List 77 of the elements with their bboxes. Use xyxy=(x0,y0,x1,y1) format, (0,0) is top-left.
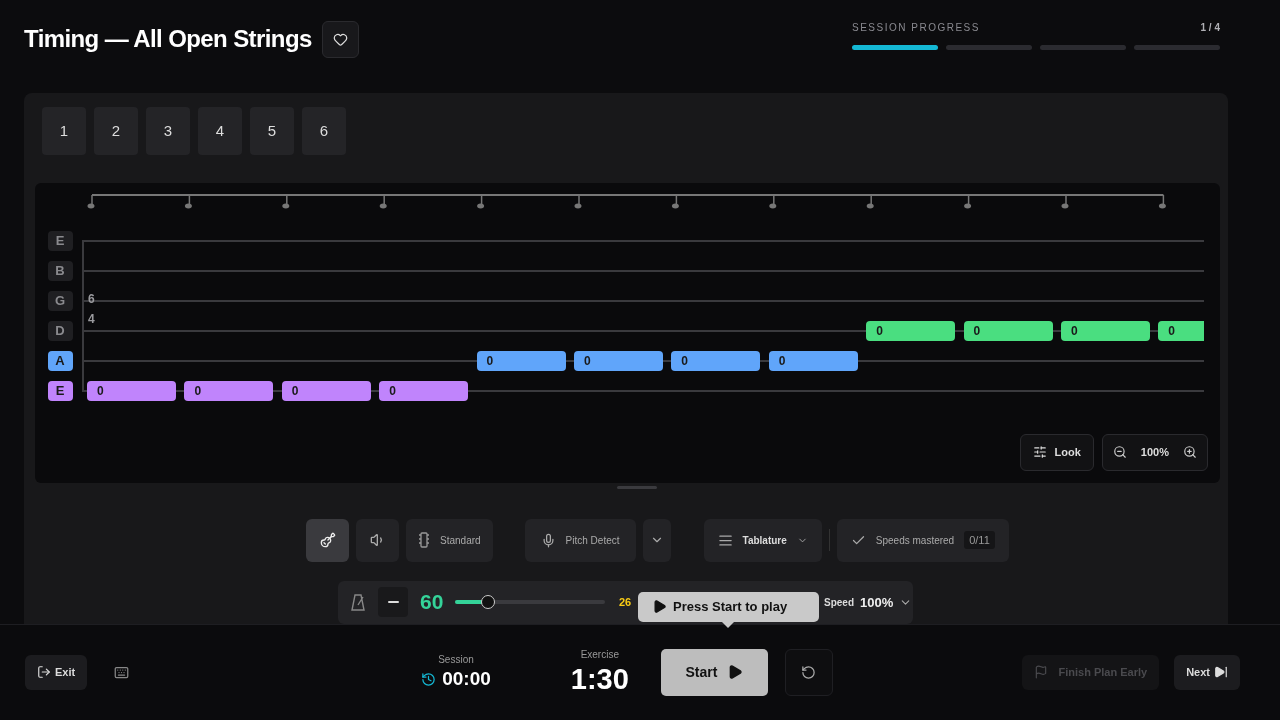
tab-note: 0 xyxy=(87,380,176,401)
string-label: E xyxy=(47,380,73,401)
history-icon xyxy=(421,671,437,687)
string-number-button[interactable]: 4 xyxy=(198,106,242,155)
string-label: A xyxy=(47,350,73,371)
exercise-label: Exercise xyxy=(580,648,619,660)
tab-note: 0 xyxy=(573,350,663,371)
string-label: E xyxy=(47,230,73,251)
zoom-level: 100% xyxy=(1140,446,1169,459)
play-icon xyxy=(652,599,667,615)
next-button[interactable]: Next xyxy=(1174,654,1240,690)
tab-note: 0 xyxy=(866,320,956,341)
look-button[interactable]: Look xyxy=(1019,433,1094,471)
reset-icon xyxy=(801,664,817,680)
flag-icon xyxy=(1034,665,1049,680)
zoom-out-glyph xyxy=(1112,445,1127,460)
progress-label: SESSION PROGRESS xyxy=(852,22,980,33)
sound-button[interactable] xyxy=(356,518,399,562)
tuning-button[interactable]: Standard xyxy=(406,518,493,562)
tab-note: 0 xyxy=(1158,320,1204,341)
speed-label: Speed xyxy=(824,596,854,608)
exercise-title: Timing — All Open Strings xyxy=(24,25,312,53)
tab-note: 0 xyxy=(671,350,761,371)
string-label: B xyxy=(47,260,73,281)
tempo-decrease-button[interactable] xyxy=(378,587,408,618)
speeds-count: 0/11 xyxy=(964,531,995,550)
exit-button[interactable]: Exit xyxy=(25,654,88,690)
notation-dropdown[interactable]: Tablature xyxy=(703,518,822,562)
tab-note: 0 xyxy=(1060,320,1150,341)
exercise-time: 1:30 xyxy=(570,662,629,696)
pitch-detect-button[interactable]: Pitch Detect xyxy=(524,518,636,562)
heart-icon xyxy=(332,31,348,47)
metronome-icon xyxy=(350,593,366,612)
string-number-button[interactable]: 5 xyxy=(250,106,294,155)
tab-note: 0 xyxy=(768,350,858,371)
headstock-icon xyxy=(418,532,430,549)
session-time: 00:00 xyxy=(442,668,491,691)
notation-label: Tablature xyxy=(742,534,787,546)
favorite-button[interactable] xyxy=(321,20,359,58)
menu-icon xyxy=(717,532,733,548)
speed-value[interactable]: 100% xyxy=(860,594,894,610)
tab-note: 0 xyxy=(963,320,1053,341)
guitar-icon xyxy=(319,532,336,549)
tempo-value: 60 xyxy=(420,590,444,615)
guitar-view-button[interactable] xyxy=(306,518,349,562)
string-number-button[interactable]: 2 xyxy=(94,106,138,155)
zoom-in-glyph xyxy=(1183,445,1197,460)
resize-handle[interactable] xyxy=(617,485,657,489)
exit-icon xyxy=(37,665,51,680)
string-number-button[interactable]: 1 xyxy=(42,106,86,155)
string-number-button[interactable]: 6 xyxy=(302,106,346,155)
beat-count: 26 xyxy=(619,596,632,609)
string-label: D xyxy=(47,320,73,341)
play-icon xyxy=(727,664,744,681)
string-number-button[interactable]: 3 xyxy=(146,106,190,155)
reset-button[interactable] xyxy=(784,648,833,696)
speeds-mastered-button[interactable]: Speeds mastered 0/11 xyxy=(836,518,1009,562)
progress-count: 1 / 4 xyxy=(1200,22,1220,33)
speeds-label: Speeds mastered xyxy=(875,534,955,546)
tooltip-text: Press Start to play xyxy=(673,599,788,615)
minus-icon xyxy=(387,601,399,604)
time-signature-top: 6 xyxy=(88,291,95,306)
start-button[interactable]: Start xyxy=(660,648,768,696)
tab-note: 0 xyxy=(184,380,274,401)
string-label: G xyxy=(47,290,73,311)
sliders-icon xyxy=(1032,445,1047,460)
time-signature-bottom: 4 xyxy=(88,311,95,326)
keyboard-icon[interactable] xyxy=(114,664,130,680)
tab-note: 0 xyxy=(281,380,371,401)
zoom-out-icon[interactable] xyxy=(1112,445,1127,460)
tab-note: 0 xyxy=(476,350,566,371)
skip-forward-icon xyxy=(1214,665,1228,680)
tab-note: 0 xyxy=(379,380,469,401)
tempo-slider[interactable] xyxy=(455,595,606,610)
microphone-icon xyxy=(540,532,556,548)
zoom-in-icon[interactable] xyxy=(1183,445,1197,460)
session-label: Session xyxy=(438,654,474,666)
